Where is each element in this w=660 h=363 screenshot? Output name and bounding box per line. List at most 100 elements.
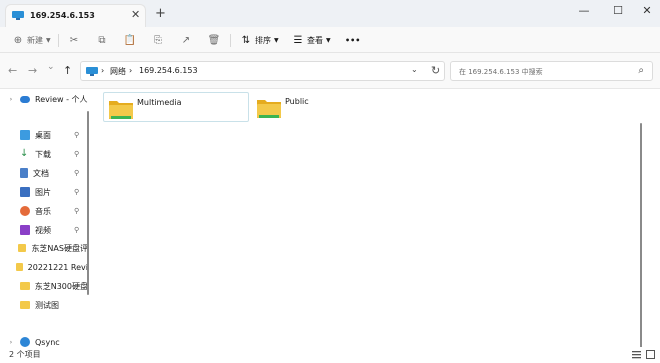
address-dropdown-icon[interactable]: ⌄ (411, 65, 418, 74)
sidebar-item-folder[interactable]: 测试图 (0, 296, 88, 314)
new-tab-button[interactable]: + (155, 6, 166, 21)
pictures-icon (20, 187, 30, 197)
sort-icon: ⇅ (241, 34, 251, 46)
command-bar: ⊕ 新建 ▼ ✂ ⧉ 📋 ⎘ ↗ 🗑 ⇅ 排序 ▼ ☰ 查看 ▼ ••• (0, 27, 660, 53)
large-icons-view-icon[interactable] (646, 350, 655, 359)
sidebar-scrollbar[interactable] (87, 111, 89, 295)
content-scrollbar[interactable] (640, 123, 642, 349)
music-icon (20, 206, 30, 216)
copy-icon: ⧉ (98, 34, 106, 46)
sidebar-item-label: 图片 (35, 187, 51, 197)
qsync-icon (20, 337, 30, 347)
up-button[interactable]: ↑ (63, 64, 72, 77)
folder-icon (20, 301, 30, 309)
more-options-button[interactable]: ••• (345, 33, 360, 47)
back-button[interactable]: ← (8, 64, 17, 77)
folder-item-public[interactable]: Public (252, 92, 352, 122)
chevron-down-icon: ▼ (326, 36, 331, 44)
cloud-icon (20, 95, 30, 103)
folder-name: Multimedia (137, 98, 182, 107)
view-label: 查看 (307, 35, 323, 45)
maximize-button[interactable]: ☐ (608, 2, 628, 20)
pin-icon: ⚲ (74, 188, 80, 196)
view-button[interactable]: ☰ 查看 ▼ (292, 33, 331, 47)
video-icon (20, 225, 30, 235)
expand-arrow-icon[interactable]: › (6, 96, 16, 103)
sidebar-item-folder[interactable]: 东芝NAS硬盘评 (0, 239, 88, 257)
rename-icon: ⎘ (154, 34, 162, 46)
folder-icon (257, 100, 281, 118)
sidebar-item-label: 视频 (35, 225, 51, 235)
breadcrumb-separator[interactable]: › (129, 66, 132, 75)
close-tab-icon[interactable]: ✕ (131, 8, 140, 21)
document-icon (20, 168, 28, 178)
sidebar-item-folder[interactable]: 东芝N300硬盘 (0, 277, 88, 295)
share-icon: ↗ (181, 34, 191, 46)
sidebar-item-label: 东芝N300硬盘 (34, 281, 88, 291)
new-label: 新建 (27, 35, 43, 45)
clipboard-icon: 📋 (123, 34, 137, 46)
sidebar-item-folder[interactable]: 20221221 Revi (0, 258, 88, 276)
navigation-bar: ← → ⌄ ↑ › 网络 › 169.254.6.153 ⌄ ↻ 在 169.2… (0, 53, 660, 89)
forward-button[interactable]: → (28, 64, 37, 77)
pin-icon: ⚲ (74, 207, 80, 215)
address-bar[interactable]: › 网络 › 169.254.6.153 ⌄ ↻ (80, 61, 445, 81)
sidebar-item-label: 下载 (35, 149, 51, 159)
share-button[interactable]: ↗ (180, 33, 192, 47)
search-icon: ⌕ (638, 65, 644, 76)
pin-icon: ⚲ (74, 150, 80, 158)
paste-button[interactable]: 📋 (124, 33, 136, 47)
toolbar-divider (58, 34, 59, 47)
pin-icon: ⚲ (74, 169, 80, 177)
toolbar-divider (230, 34, 231, 47)
tab-active[interactable]: 169.254.6.153 ✕ (5, 4, 146, 27)
sidebar-item-label: 文档 (33, 168, 49, 178)
status-bar: 2 个项目 (0, 347, 660, 363)
folder-icon (18, 244, 27, 252)
copy-button[interactable]: ⧉ (96, 33, 108, 47)
sort-button[interactable]: ⇅ 排序 ▼ (240, 33, 279, 47)
search-placeholder: 在 169.254.6.153 中搜索 (459, 68, 543, 76)
download-icon: ↓ (20, 148, 29, 159)
folder-item-multimedia[interactable]: Multimedia (103, 92, 249, 122)
delete-button[interactable]: 🗑 (207, 33, 221, 47)
breadcrumb-network[interactable]: 网络 (110, 66, 126, 77)
scissors-icon: ✂ (69, 34, 79, 46)
expand-arrow-icon[interactable]: › (6, 339, 16, 346)
sidebar-item-label: 测试图 (35, 300, 59, 310)
breadcrumb-separator[interactable]: › (101, 66, 104, 75)
trash-icon: 🗑 (207, 34, 221, 46)
search-input[interactable]: 在 169.254.6.153 中搜索 ⌕ (450, 61, 653, 81)
sort-label: 排序 (255, 35, 271, 45)
item-count: 2 个项目 (9, 350, 41, 359)
folder-icon (19, 282, 30, 290)
cut-button[interactable]: ✂ (68, 33, 80, 47)
tab-title: 169.254.6.153 (30, 11, 95, 20)
sidebar-item-label: Review - 个人 (35, 94, 88, 104)
sidebar-item-label: 桌面 (35, 130, 51, 140)
sidebar-item-onedrive[interactable]: › Review - 个人 (0, 90, 88, 108)
sidebar-item-label: Qsync (35, 337, 60, 347)
desktop-icon (20, 130, 30, 140)
close-window-button[interactable]: ✕ (637, 2, 657, 20)
new-button[interactable]: ⊕ 新建 ▼ (12, 33, 51, 47)
view-icon: ☰ (293, 34, 303, 46)
sidebar-item-label: 东芝NAS硬盘评 (31, 243, 88, 253)
breadcrumb-host[interactable]: 169.254.6.153 (139, 66, 198, 75)
pin-icon: ⚲ (74, 131, 80, 139)
refresh-button[interactable]: ↻ (431, 64, 440, 77)
navigation-pane: › Review - 个人 桌面 ⚲ ↓ 下载 ⚲ 文档 ⚲ 图片 ⚲ 音乐 ⚲… (0, 89, 92, 347)
network-computer-icon (86, 67, 98, 76)
minimize-button[interactable]: — (574, 2, 594, 20)
file-list: Multimedia Public (92, 89, 660, 349)
recent-locations-button[interactable]: ⌄ (47, 62, 55, 72)
chevron-down-icon: ▼ (274, 36, 279, 44)
folder-icon (16, 263, 23, 271)
details-view-icon[interactable] (632, 350, 641, 359)
folder-icon (109, 101, 133, 119)
network-computer-icon (12, 11, 24, 20)
folder-name: Public (285, 97, 309, 106)
pin-icon: ⚲ (74, 226, 80, 234)
sidebar-item-label: 音乐 (35, 206, 51, 216)
rename-button[interactable]: ⎘ (152, 33, 164, 47)
